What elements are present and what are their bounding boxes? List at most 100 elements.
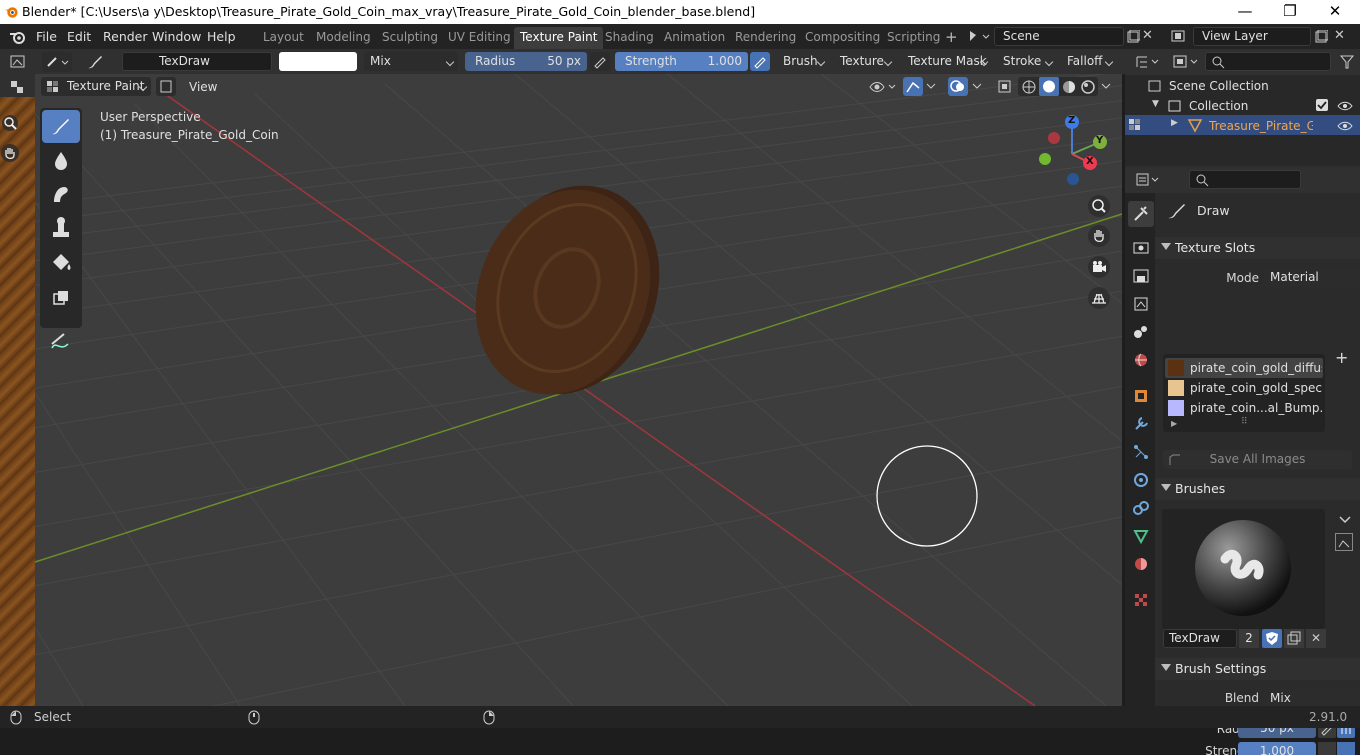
- falloff-menu[interactable]: Falloff: [1061, 52, 1117, 71]
- image-editor-icon[interactable]: [8, 54, 28, 70]
- shading-dropdown-icon[interactable]: [1100, 82, 1112, 92]
- brush-users-count[interactable]: 2: [1239, 629, 1259, 648]
- view-layer-field[interactable]: View Layer: [1193, 27, 1311, 46]
- tab-scripting[interactable]: Scripting: [881, 27, 946, 49]
- outliner-search-input[interactable]: [1205, 52, 1331, 71]
- overlay-toggle-icon[interactable]: [948, 77, 968, 96]
- strength-pressure-icon[interactable]: [750, 52, 770, 71]
- brush-strength-slider[interactable]: 1.000: [1238, 742, 1316, 755]
- brush-settings-header[interactable]: Brush Settings: [1155, 658, 1360, 680]
- outliner-editor-icon[interactable]: [1135, 54, 1163, 70]
- solid-shading-icon[interactable]: [1039, 77, 1059, 96]
- ortho-grid-icon[interactable]: [1087, 286, 1111, 310]
- menu-render[interactable]: Render: [103, 28, 148, 46]
- slot-list-expand-icon[interactable]: ▶: [1171, 419, 1177, 428]
- tab-compositing[interactable]: Compositing: [799, 27, 886, 49]
- gizmo-dropdown-icon[interactable]: [925, 82, 937, 92]
- rendered-shading-icon[interactable]: [1080, 79, 1096, 95]
- menu-window[interactable]: Window: [152, 28, 201, 46]
- tab-animation[interactable]: Animation: [658, 27, 731, 49]
- texture-mask-menu[interactable]: Texture Mask: [902, 52, 992, 71]
- brush-strength-unit-icon[interactable]: [1337, 742, 1355, 755]
- scene-name-field[interactable]: Scene: [994, 27, 1124, 46]
- new-view-layer-icon[interactable]: [1314, 30, 1328, 44]
- camera-view-icon[interactable]: [1087, 255, 1111, 279]
- wireframe-shading-icon[interactable]: [1021, 79, 1037, 95]
- delete-view-layer-icon[interactable]: ✕: [1334, 28, 1345, 43]
- texture-slot-label[interactable]: pirate_coin_gold_diffus...: [1190, 358, 1322, 378]
- 3d-viewport[interactable]: User Perspective (1) Treasure_Pirate_Gol…: [35, 74, 1122, 706]
- object-label[interactable]: Treasure_Pirate_Gold_Coin: [1209, 116, 1313, 136]
- texture-slots-header[interactable]: Texture Slots: [1155, 237, 1360, 259]
- tab-rendering[interactable]: Rendering: [729, 27, 802, 49]
- save-all-images-button[interactable]: Save All Images: [1163, 450, 1352, 469]
- display-mode-icon[interactable]: [1171, 54, 1201, 70]
- unlink-brush-icon[interactable]: ✕: [1306, 629, 1326, 648]
- brushes-header[interactable]: Brushes: [1155, 478, 1360, 500]
- texture-slot-label[interactable]: pirate_coin_gold_specu...: [1190, 378, 1322, 398]
- pan-view-icon[interactable]: [1087, 224, 1111, 248]
- view-menu[interactable]: View: [189, 80, 217, 94]
- xray-toggle-icon[interactable]: [997, 79, 1013, 95]
- tab-sculpting[interactable]: Sculpting: [376, 27, 444, 49]
- stroke-menu[interactable]: Stroke: [997, 52, 1057, 71]
- radius-pressure-icon[interactable]: [590, 52, 610, 71]
- brush-menu[interactable]: Brush: [777, 52, 829, 71]
- delete-scene-icon[interactable]: ✕: [1142, 28, 1153, 43]
- menu-file[interactable]: File: [36, 28, 57, 46]
- maximize-button[interactable]: ❐: [1267, 0, 1313, 24]
- menu-edit[interactable]: Edit: [67, 28, 91, 46]
- tab-render-properties[interactable]: [1128, 235, 1154, 261]
- tab-modeling[interactable]: Modeling: [310, 27, 377, 49]
- new-scene-icon[interactable]: [1126, 30, 1140, 44]
- properties-editor-icon[interactable]: [1135, 172, 1163, 188]
- filter-icon[interactable]: [1339, 54, 1355, 70]
- tab-output-properties[interactable]: [1128, 263, 1154, 289]
- tool-smear[interactable]: [42, 178, 80, 211]
- tab-layout[interactable]: Layout: [257, 27, 310, 49]
- tab-constraint-properties[interactable]: [1128, 495, 1154, 521]
- tab-modifier-properties[interactable]: [1128, 411, 1154, 437]
- zoom-view-icon[interactable]: [1087, 194, 1111, 218]
- tab-tool-properties[interactable]: [1128, 201, 1154, 227]
- mask-toggle-icon[interactable]: [156, 77, 176, 96]
- tab-data-properties[interactable]: [1128, 523, 1154, 549]
- tab-scene-properties[interactable]: [1128, 319, 1154, 345]
- tab-particle-properties[interactable]: [1128, 439, 1154, 465]
- scene-collection-label[interactable]: Scene Collection: [1169, 76, 1269, 96]
- brush-menu-icon[interactable]: [1336, 511, 1354, 529]
- scene-browse-icon[interactable]: [964, 26, 992, 46]
- strength-slider[interactable]: Strength 1.000: [615, 52, 748, 71]
- tool-soften[interactable]: [42, 144, 80, 177]
- tab-world-properties[interactable]: [1128, 347, 1154, 373]
- view-layer-icon[interactable]: [1170, 28, 1192, 44]
- brush-color-swatch[interactable]: [279, 52, 357, 71]
- blender-menu-icon[interactable]: [9, 29, 27, 45]
- pan-hand-icon[interactable]: [0, 143, 22, 165]
- properties-search-input[interactable]: [1189, 170, 1301, 189]
- tab-shading[interactable]: Shading: [599, 27, 660, 49]
- close-window-button[interactable]: ✕: [1312, 0, 1358, 24]
- tab-material-properties[interactable]: [1128, 551, 1154, 577]
- tab-view-layer-properties[interactable]: [1128, 291, 1154, 317]
- zoom-icon[interactable]: [0, 113, 22, 135]
- tool-fill[interactable]: [42, 246, 80, 279]
- gizmo-toggle-icon[interactable]: [903, 77, 923, 96]
- slot-list-resize-handle[interactable]: ⠿: [1241, 417, 1248, 427]
- brush-image-icon[interactable]: [1335, 533, 1353, 551]
- texture-menu[interactable]: Texture: [834, 52, 896, 71]
- brush-blend-dropdown[interactable]: Mix: [1264, 689, 1360, 706]
- tool-mask[interactable]: [42, 282, 80, 315]
- texture-slot-label[interactable]: pirate_coin...al_Bump.tga: [1190, 398, 1322, 418]
- material-shading-icon[interactable]: [1061, 79, 1077, 95]
- tab-object-properties[interactable]: [1128, 383, 1154, 409]
- object-expand-icon[interactable]: ▶: [1171, 118, 1178, 128]
- add-workspace-icon[interactable]: +: [945, 28, 958, 46]
- menu-help[interactable]: Help: [207, 28, 236, 46]
- duplicate-brush-icon[interactable]: [1284, 629, 1304, 648]
- add-slot-icon[interactable]: +: [1335, 348, 1348, 367]
- collection-expand-icon[interactable]: ▼: [1152, 99, 1159, 109]
- tab-texture-properties[interactable]: [1128, 587, 1154, 613]
- minimize-button[interactable]: —: [1222, 0, 1268, 24]
- collection-include-checkbox[interactable]: [1316, 99, 1328, 111]
